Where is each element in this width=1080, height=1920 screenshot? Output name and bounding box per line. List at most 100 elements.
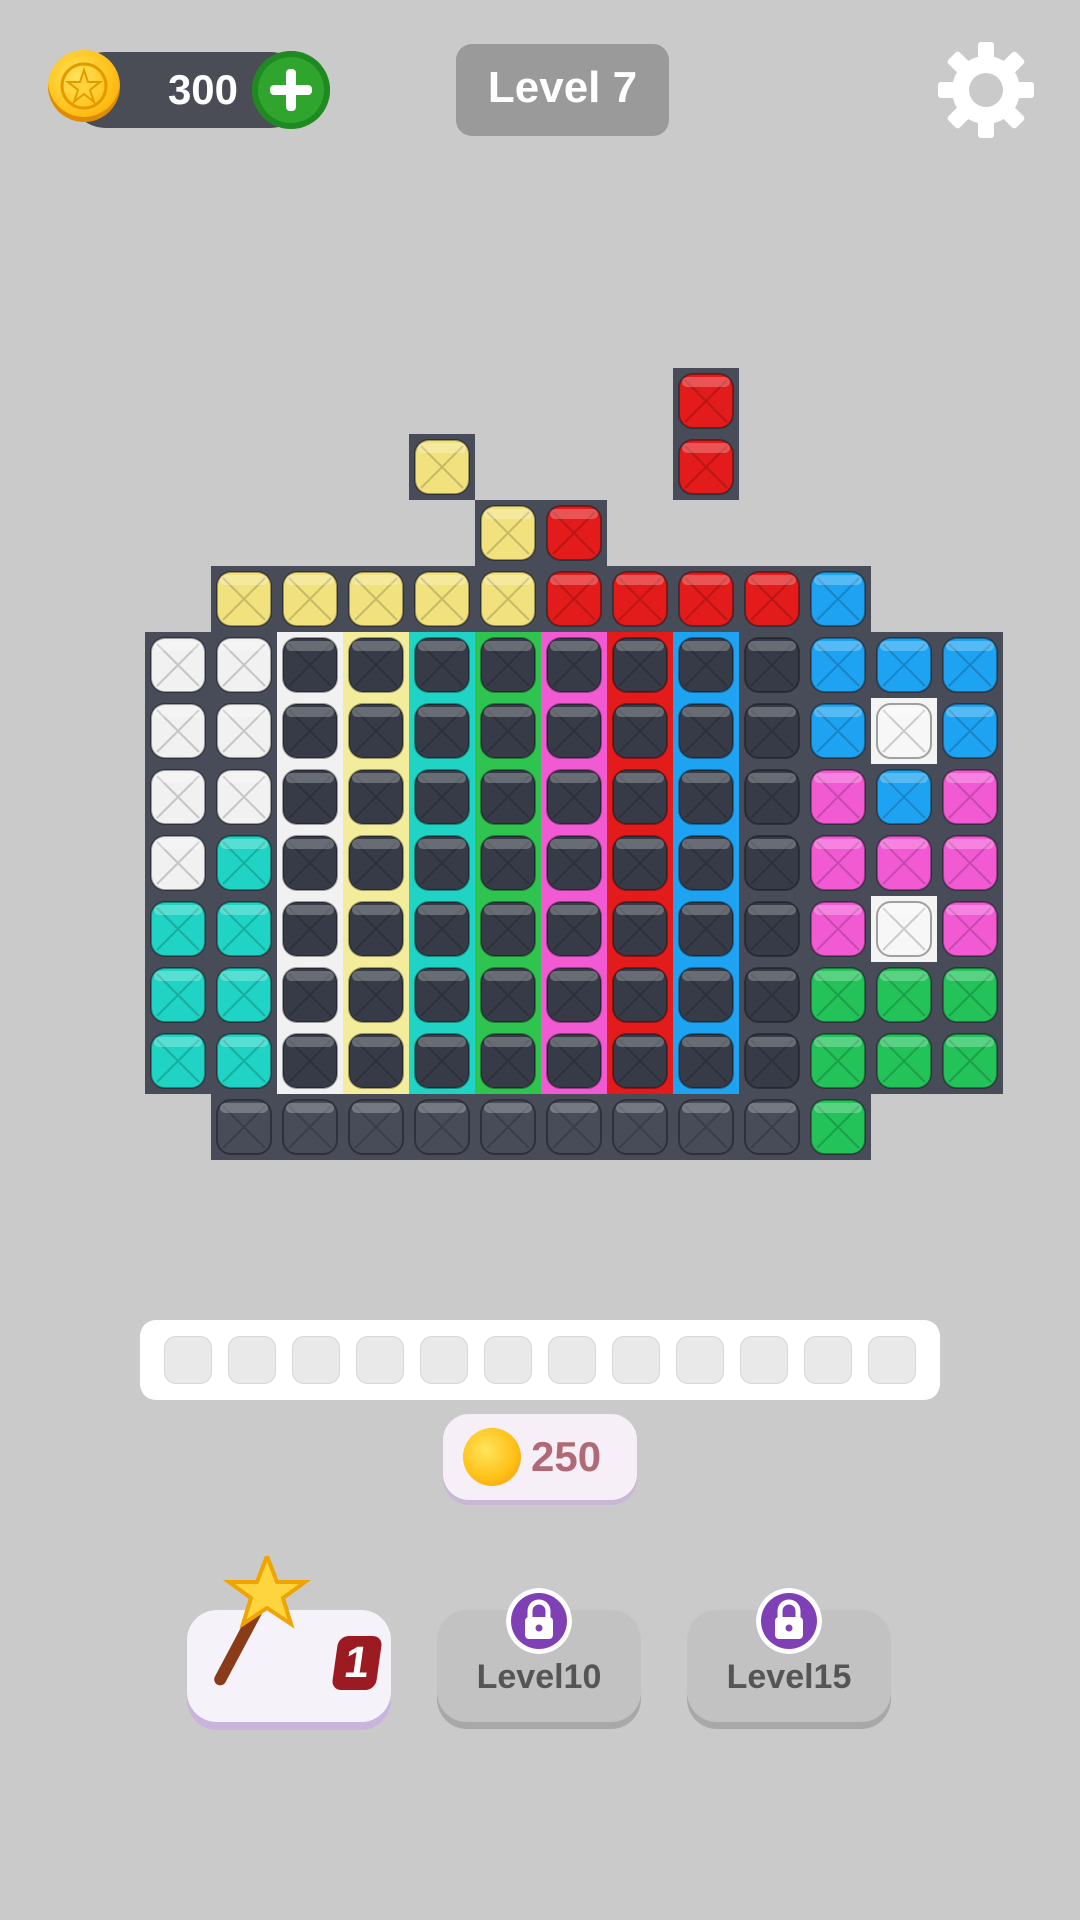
locked-block bbox=[612, 1033, 668, 1089]
color-block[interactable] bbox=[810, 637, 866, 693]
game-board bbox=[145, 368, 1003, 1160]
color-block[interactable] bbox=[480, 571, 536, 627]
locked-block bbox=[282, 901, 338, 957]
locked-block bbox=[744, 1099, 800, 1155]
color-block[interactable] bbox=[810, 967, 866, 1023]
color-block[interactable] bbox=[810, 703, 866, 759]
color-block[interactable] bbox=[942, 703, 998, 759]
locked-block bbox=[348, 901, 404, 957]
color-block[interactable] bbox=[942, 901, 998, 957]
color-block[interactable] bbox=[876, 901, 932, 957]
coin-icon bbox=[463, 1428, 521, 1486]
locked-block bbox=[480, 637, 536, 693]
tray-slot bbox=[868, 1336, 916, 1384]
color-block[interactable] bbox=[942, 835, 998, 891]
locked-block bbox=[744, 703, 800, 759]
color-block[interactable] bbox=[216, 1033, 272, 1089]
tray-slot bbox=[612, 1336, 660, 1384]
locked-block bbox=[282, 1099, 338, 1155]
color-block[interactable] bbox=[348, 571, 404, 627]
locked-block bbox=[348, 637, 404, 693]
locked-block bbox=[546, 835, 602, 891]
locked-block bbox=[348, 967, 404, 1023]
color-block[interactable] bbox=[414, 439, 470, 495]
color-block[interactable] bbox=[942, 637, 998, 693]
locked-block bbox=[546, 967, 602, 1023]
color-block[interactable] bbox=[942, 769, 998, 825]
locked-block bbox=[282, 835, 338, 891]
color-block[interactable] bbox=[150, 637, 206, 693]
booster-label: Level10 bbox=[476, 1658, 602, 1696]
color-block[interactable] bbox=[216, 703, 272, 759]
locked-block bbox=[348, 1099, 404, 1155]
locked-block bbox=[546, 637, 602, 693]
locked-block bbox=[282, 1033, 338, 1089]
locked-block bbox=[348, 835, 404, 891]
locked-block bbox=[678, 703, 734, 759]
color-block[interactable] bbox=[810, 835, 866, 891]
color-block[interactable] bbox=[216, 571, 272, 627]
color-block[interactable] bbox=[744, 571, 800, 627]
color-block[interactable] bbox=[876, 967, 932, 1023]
color-block[interactable] bbox=[678, 439, 734, 495]
locked-block bbox=[414, 835, 470, 891]
color-block[interactable] bbox=[810, 1099, 866, 1155]
color-block[interactable] bbox=[546, 505, 602, 561]
color-block[interactable] bbox=[150, 703, 206, 759]
color-block[interactable] bbox=[216, 835, 272, 891]
locked-block bbox=[480, 1033, 536, 1089]
color-block[interactable] bbox=[876, 637, 932, 693]
locked-block bbox=[282, 637, 338, 693]
locked-block bbox=[282, 703, 338, 759]
color-block[interactable] bbox=[282, 571, 338, 627]
color-block[interactable] bbox=[150, 835, 206, 891]
color-block[interactable] bbox=[216, 901, 272, 957]
color-block[interactable] bbox=[942, 1033, 998, 1089]
locked-block bbox=[282, 769, 338, 825]
color-block[interactable] bbox=[942, 967, 998, 1023]
locked-booster-level15[interactable]: Level15 bbox=[687, 1588, 891, 1722]
color-block[interactable] bbox=[876, 769, 932, 825]
locked-block bbox=[678, 1099, 734, 1155]
color-block[interactable] bbox=[546, 571, 602, 627]
tray-slot bbox=[676, 1336, 724, 1384]
locked-block bbox=[546, 1099, 602, 1155]
locked-block bbox=[414, 637, 470, 693]
color-block[interactable] bbox=[678, 571, 734, 627]
locked-block bbox=[282, 967, 338, 1023]
locked-block bbox=[612, 967, 668, 1023]
locked-block bbox=[546, 1033, 602, 1089]
cost-value: 250 bbox=[531, 1433, 602, 1480]
color-block[interactable] bbox=[810, 1033, 866, 1089]
color-block[interactable] bbox=[150, 1033, 206, 1089]
color-block[interactable] bbox=[810, 769, 866, 825]
locked-block bbox=[546, 769, 602, 825]
locked-block bbox=[414, 967, 470, 1023]
color-block[interactable] bbox=[480, 505, 536, 561]
color-block[interactable] bbox=[414, 571, 470, 627]
color-block[interactable] bbox=[150, 769, 206, 825]
tray-slot bbox=[356, 1336, 404, 1384]
locked-block bbox=[744, 901, 800, 957]
color-block[interactable] bbox=[216, 637, 272, 693]
lock-icon bbox=[506, 1588, 572, 1654]
color-block[interactable] bbox=[810, 571, 866, 627]
color-block[interactable] bbox=[216, 769, 272, 825]
tray-slot bbox=[548, 1336, 596, 1384]
color-block[interactable] bbox=[150, 901, 206, 957]
color-block[interactable] bbox=[678, 373, 734, 429]
color-block[interactable] bbox=[216, 967, 272, 1023]
locked-block bbox=[744, 835, 800, 891]
color-block[interactable] bbox=[876, 835, 932, 891]
locked-block bbox=[348, 769, 404, 825]
locked-booster-level10[interactable]: Level10 bbox=[437, 1588, 641, 1722]
color-block[interactable] bbox=[876, 1033, 932, 1089]
tray-slot bbox=[292, 1336, 340, 1384]
color-block[interactable] bbox=[876, 703, 932, 759]
locked-block bbox=[678, 769, 734, 825]
color-block[interactable] bbox=[810, 901, 866, 957]
color-block[interactable] bbox=[612, 571, 668, 627]
color-block[interactable] bbox=[150, 967, 206, 1023]
locked-block bbox=[480, 967, 536, 1023]
locked-block bbox=[612, 703, 668, 759]
